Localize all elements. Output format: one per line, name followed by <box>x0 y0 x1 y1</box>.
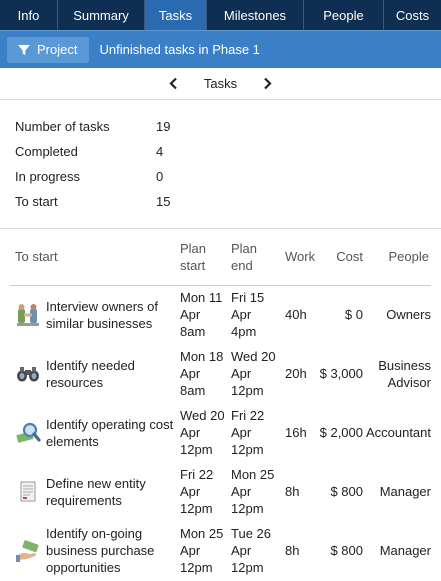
task-name: Define new entity requirements <box>46 475 146 508</box>
magnifier-money-icon <box>16 422 41 443</box>
work: 40h <box>285 307 307 323</box>
plan-end: Wed 20 Apr 12pm <box>231 349 276 398</box>
plan-start: Mon 25 Apr 12pm <box>180 526 224 575</box>
tab-summary[interactable]: Summary <box>58 0 145 30</box>
stat-label: Completed <box>15 144 78 159</box>
task-name: Identify on-going business purchase opport… <box>46 526 155 575</box>
tab-tasks[interactable]: Tasks <box>145 0 207 30</box>
hand-money-icon <box>16 539 39 562</box>
tasks-table: To start Plan start Plan end Work Cost Peo… <box>10 229 431 580</box>
pager: Tasks <box>0 68 441 100</box>
plan-start: Wed 20 Apr 12pm <box>180 408 225 457</box>
stat-value: 19 <box>156 119 171 134</box>
stat-row: To start 15 <box>15 189 441 214</box>
stat-label: In progress <box>15 169 81 184</box>
cost: $ 0 <box>344 307 363 323</box>
table-row[interactable]: Identify on-going business purchase opport… <box>10 521 431 580</box>
table-row[interactable]: Identify operating cost elements Wed 20 Ap… <box>10 403 431 462</box>
cost: $ 800 <box>330 543 363 558</box>
plan-end: Tue 26 Apr 12pm <box>231 526 271 575</box>
project-filter-button[interactable]: Project <box>7 36 90 63</box>
task-stats: Number of tasks 19 Completed 4 In progre… <box>0 100 441 229</box>
tab-costs[interactable]: Costs <box>384 0 441 30</box>
plan-start: Mon 18 Apr 8am <box>180 349 224 398</box>
plan-end: Fri 22 Apr 12pm <box>231 408 265 457</box>
stat-row: In progress 0 <box>15 164 441 189</box>
project-filter-label: Project <box>37 42 78 57</box>
chevron-right-icon[interactable] <box>261 77 273 91</box>
cost: $ 800 <box>330 484 363 499</box>
people: Business Advisor <box>378 357 431 390</box>
stat-value: 15 <box>156 194 171 209</box>
table-header-row: To start Plan start Plan end Work Cost Peo… <box>10 229 431 285</box>
work: 20h <box>285 366 307 381</box>
col-header-plan-end[interactable]: Plan end <box>231 229 283 285</box>
people: Accountant <box>365 425 431 440</box>
tab-info[interactable]: Info <box>0 0 58 30</box>
stat-label: To start <box>15 194 58 209</box>
work: 16h <box>285 425 307 440</box>
tab-bar: Info Summary Tasks Milestones People Cos… <box>0 0 441 30</box>
filter-description: Unfinished tasks in Phase 1 <box>99 42 260 57</box>
handshake-people-icon <box>17 303 39 326</box>
chevron-left-icon[interactable] <box>168 77 180 91</box>
people: Manager <box>379 484 431 499</box>
document-icon <box>20 481 36 501</box>
task-name: Identify needed resources <box>46 357 135 390</box>
table-row[interactable]: Interview owners of similar businesses Mo… <box>10 285 431 344</box>
cost: $ 2,000 <box>319 425 363 440</box>
work: 8h <box>285 484 300 499</box>
plan-start: Mon 11 Apr 8am <box>180 290 223 340</box>
col-header-cost[interactable]: Cost <box>317 229 365 285</box>
people: Manager <box>379 543 431 558</box>
work: 8h <box>285 543 300 558</box>
cost: $ 3,000 <box>319 366 363 381</box>
stat-row: Number of tasks 19 <box>15 114 441 139</box>
tab-milestones[interactable]: Milestones <box>207 0 304 30</box>
col-header-people[interactable]: People <box>365 229 431 285</box>
plan-end: Fri 15 Apr 4pm <box>231 290 265 340</box>
binoculars-icon <box>17 366 39 381</box>
col-header-plan-start[interactable]: Plan start <box>180 229 231 285</box>
task-name: Interview owners of similar businesses <box>46 298 158 331</box>
filter-bar: Project Unfinished tasks in Phase 1 <box>0 30 441 68</box>
stat-row: Completed 4 <box>15 139 441 164</box>
plan-end: Mon 25 Apr 12pm <box>231 467 275 516</box>
stat-label: Number of tasks <box>15 119 110 134</box>
stat-value: 0 <box>156 169 164 184</box>
pager-title: Tasks <box>203 76 238 91</box>
table-row[interactable]: Define new entity requirements Fri 22 Apr 1… <box>10 462 431 521</box>
tab-people[interactable]: People <box>304 0 384 30</box>
col-header-work[interactable]: Work <box>283 229 317 285</box>
funnel-icon <box>18 44 30 55</box>
task-name: Identify operating cost elements <box>46 416 174 449</box>
plan-start: Fri 22 Apr 12pm <box>180 467 214 516</box>
stat-value: 4 <box>156 144 164 159</box>
table-row[interactable]: Identify needed resources Mon 18 Apr 8am We… <box>10 344 431 403</box>
people: Owners <box>386 307 431 323</box>
col-header-name[interactable]: To start <box>10 229 180 285</box>
